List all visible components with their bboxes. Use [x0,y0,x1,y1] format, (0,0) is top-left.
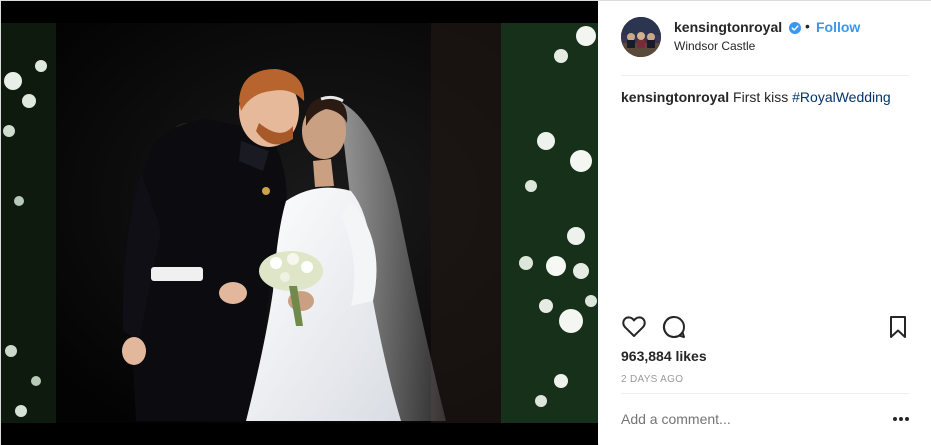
more-options-icon[interactable] [891,411,911,427]
instagram-post: kensingtonroyal • Follow Windsor Castle … [0,0,931,445]
avatar-image [621,17,661,57]
post-actions [621,314,911,340]
caption-username[interactable]: kensingtonroyal [621,89,729,105]
wedding-photo-illustration [1,1,598,445]
bookmark-icon[interactable] [885,314,911,340]
verified-badge-icon [789,22,801,34]
post-header: kensingtonroyal • Follow Windsor Castle [599,1,931,76]
comment-icon[interactable] [661,314,687,340]
post-photo[interactable] [1,1,598,445]
header-divider [621,75,909,76]
avatar[interactable] [621,17,661,57]
follow-button[interactable]: Follow [816,19,860,35]
post-timestamp[interactable]: 2 DAYS AGO [621,374,683,385]
caption-text: First kiss [733,89,789,105]
post-side-panel: kensingtonroyal • Follow Windsor Castle … [599,1,931,445]
heart-icon[interactable] [621,314,647,340]
left-flowers [1,23,56,423]
comment-divider [621,393,909,394]
likes-count[interactable]: 963,884 likes [621,348,707,364]
separator-dot: • [805,18,810,34]
right-flowers [501,23,598,423]
comment-input[interactable] [621,411,871,427]
post-caption: kensingtonroyal First kiss #RoyalWedding [621,89,891,105]
post-location[interactable]: Windsor Castle [674,39,755,53]
post-username[interactable]: kensingtonroyal [674,19,782,35]
caption-hashtag[interactable]: #RoyalWedding [792,89,891,105]
